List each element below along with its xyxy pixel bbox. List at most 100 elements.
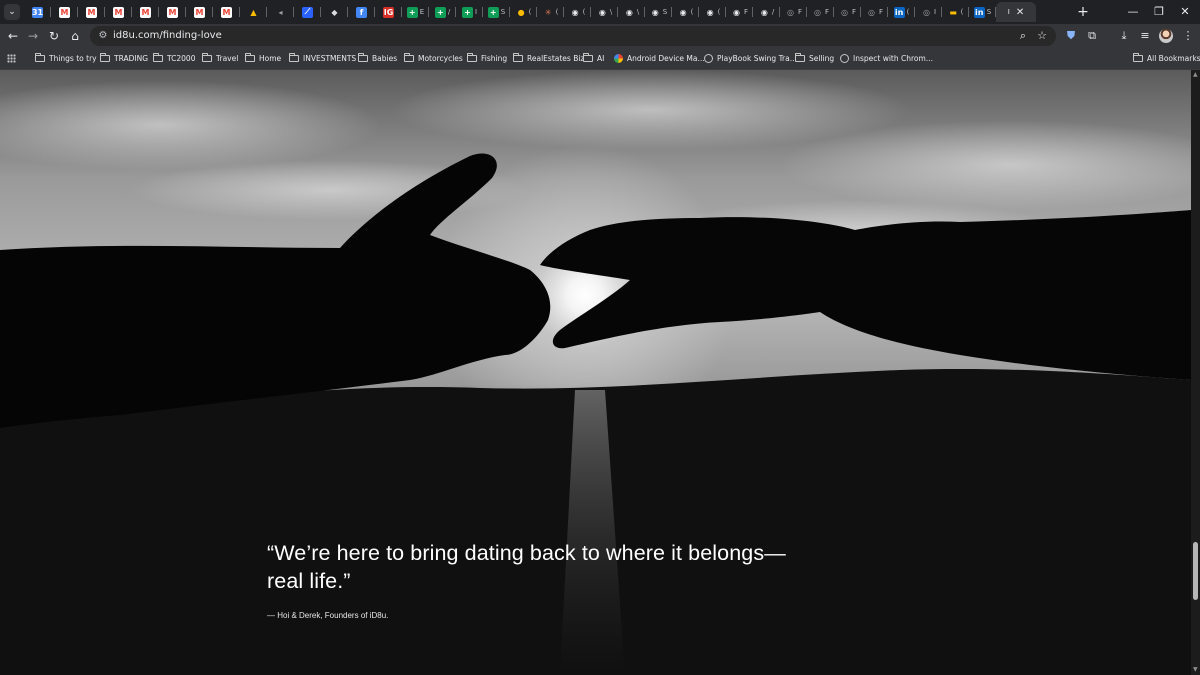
tab-title: \	[609, 8, 613, 16]
yellow-circle-icon: ●	[517, 7, 525, 17]
browser-tab[interactable]: ◉ S	[645, 2, 672, 22]
browser-tab[interactable]: f	[348, 2, 375, 22]
reload-button[interactable]: ↻	[45, 27, 63, 45]
forward-button[interactable]: →	[24, 27, 42, 45]
apps-grid-icon[interactable]	[7, 54, 16, 63]
browser-tab[interactable]: ◎ I	[915, 2, 942, 22]
browser-tab[interactable]: ◉(	[564, 2, 591, 22]
browser-tab[interactable]: + S	[483, 2, 510, 22]
bookmark-babies[interactable]: Babies	[358, 48, 397, 69]
tab-title: S	[500, 8, 506, 16]
address-bar[interactable]: ⚙ id8u.com/finding-love ⌕ ☆	[90, 26, 1056, 46]
home-button[interactable]: ⌂	[66, 27, 84, 45]
bookmark-ai[interactable]: AI	[583, 48, 604, 69]
tab-search-button[interactable]: ⌄	[4, 4, 20, 20]
browser-tab[interactable]: ✳(	[537, 2, 564, 22]
bookmark-tc2000[interactable]: TC2000	[153, 48, 195, 69]
github-icon: ◉	[679, 7, 687, 17]
bookmark-things-to-try[interactable]: Things to try	[35, 48, 97, 69]
browser-tab[interactable]: ◉ F	[726, 2, 753, 22]
sheets-icon: +	[434, 6, 446, 18]
bookmark-motorcycles[interactable]: Motorcycles	[404, 48, 463, 69]
tab-list: 31 M M M M M M M ▲ ◂ ⟋ ◆ f IG + E + / + I + S ●(✳(◉(◉ \ ◉ \ ◉ S ◉(◉(…	[24, 2, 1036, 22]
bookmark-star-icon[interactable]: ☆	[1034, 28, 1050, 44]
site-info-icon[interactable]: ⚙	[96, 29, 110, 43]
bookmark-investments[interactable]: INVESTMENTS	[289, 48, 356, 69]
new-tab-button[interactable]: +	[1074, 3, 1092, 21]
browser-tab[interactable]: M	[213, 2, 240, 22]
scroll-down-arrow-icon[interactable]: ▼	[1193, 666, 1198, 673]
folder-icon	[1133, 53, 1143, 62]
extensions-puzzle-icon[interactable]: ⧉	[1084, 28, 1100, 44]
browser-tab[interactable]: ◎ F	[834, 2, 861, 22]
browser-tab[interactable]: ◆	[321, 2, 348, 22]
tab-title: (	[528, 8, 532, 16]
scrollbar-thumb[interactable]	[1193, 542, 1198, 600]
browser-tab[interactable]: M	[186, 2, 213, 22]
folder-icon	[100, 53, 110, 62]
bookmark-android-device-ma[interactable]: Android Device Ma...	[614, 48, 705, 69]
bookmark-label: Babies	[372, 54, 398, 63]
browser-tab[interactable]: ◉(	[672, 2, 699, 22]
browser-tab[interactable]: M	[51, 2, 78, 22]
browser-tab[interactable]: ◉ \	[591, 2, 618, 22]
browser-tab[interactable]: ⟋	[294, 2, 321, 22]
browser-tab[interactable]: ▬(	[942, 2, 969, 22]
zoom-search-icon[interactable]: ⌕	[1015, 28, 1031, 44]
bookmark-label: Home	[259, 54, 282, 63]
browser-tab[interactable]: 31	[24, 2, 51, 22]
browser-tab[interactable]: + I	[456, 2, 483, 22]
window-close-button[interactable]: ✕	[1170, 0, 1200, 24]
tab-title: (	[690, 8, 694, 16]
tab-title: F	[743, 8, 749, 16]
browser-tab[interactable]: ◉ \	[618, 2, 645, 22]
folder-icon	[35, 53, 45, 62]
tab-title: (	[960, 8, 964, 16]
tab-title: E	[419, 8, 425, 16]
browser-tab[interactable]: M	[132, 2, 159, 22]
active-tab[interactable]: I ✕	[996, 2, 1036, 22]
bookmark-all-bookmarks[interactable]: All Bookmarks	[1133, 48, 1200, 69]
browser-tab[interactable]: ◂	[267, 2, 294, 22]
bookmark-home[interactable]: Home	[245, 48, 281, 69]
active-tab-title: I	[1007, 8, 1010, 16]
media-control-icon[interactable]: ≡	[1137, 28, 1153, 44]
colorbar-icon: ▬	[949, 7, 957, 17]
scroll-up-arrow-icon[interactable]: ▲	[1193, 71, 1198, 78]
back-button[interactable]: ←	[4, 27, 22, 45]
bookmark-label: Motorcycles	[418, 54, 463, 63]
browser-tab[interactable]: ◎ F	[807, 2, 834, 22]
tab-close-icon[interactable]: ✕	[1016, 7, 1024, 18]
bookmark-realestates-biz[interactable]: RealEstates Biz	[513, 48, 584, 69]
browser-tab[interactable]: + E	[402, 2, 429, 22]
bookmark-inspect-with-chrom[interactable]: Inspect with Chrom...	[840, 48, 933, 69]
globe-icon: ◎	[813, 7, 821, 17]
browser-tab[interactable]: in(	[888, 2, 915, 22]
browser-tab[interactable]: M	[159, 2, 186, 22]
bookmark-fishing[interactable]: Fishing	[467, 48, 507, 69]
browser-tab[interactable]: ◎ F	[861, 2, 888, 22]
folder-icon	[245, 53, 255, 62]
bookmark-travel[interactable]: Travel	[202, 48, 238, 69]
browser-tab[interactable]: M	[105, 2, 132, 22]
browser-tab[interactable]: M	[78, 2, 105, 22]
download-icon[interactable]: ⤓	[1116, 28, 1132, 44]
bitwarden-shield-icon[interactable]: ⛊	[1063, 28, 1079, 44]
browser-tab[interactable]: IG	[375, 2, 402, 22]
browser-tab[interactable]: ◉(	[699, 2, 726, 22]
bookmark-selling[interactable]: Selling	[795, 48, 834, 69]
bookmark-trading[interactable]: TRADING	[100, 48, 148, 69]
browser-tab[interactable]: ●(	[510, 2, 537, 22]
globe-icon	[840, 54, 849, 63]
tab-strip: ⌄ 31 M M M M M M M ▲ ◂ ⟋ ◆ f IG + E + / + I + S ●(✳(◉(◉ \ ◉ \ ◉ S ◉(…	[0, 0, 1200, 24]
menu-dots-icon[interactable]: ⋮	[1180, 28, 1196, 44]
url-text[interactable]: id8u.com/finding-love	[113, 26, 222, 46]
browser-tab[interactable]: in S	[969, 2, 996, 22]
browser-tab[interactable]: ◎ F	[780, 2, 807, 22]
browser-tab[interactable]: ▲	[240, 2, 267, 22]
browser-tab[interactable]: + /	[429, 2, 456, 22]
browser-tab[interactable]: ◉ /	[753, 2, 780, 22]
bookmark-playbook-swing-tra[interactable]: PlayBook Swing Tra...	[704, 48, 797, 69]
globe-icon: ◎	[840, 7, 848, 17]
profile-avatar[interactable]	[1159, 29, 1173, 43]
